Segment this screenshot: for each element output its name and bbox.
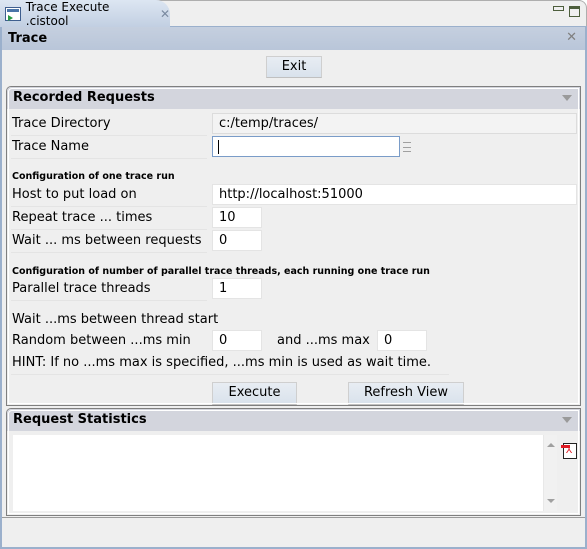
host-input[interactable]: http://localhost:51000: [212, 184, 577, 205]
row-divider: [11, 374, 449, 375]
chevron-down-icon[interactable]: [562, 417, 572, 423]
recorded-requests-section: Recorded Requests Trace Directory c:/tem…: [6, 86, 581, 406]
one-run-heading: Configuration of one trace run: [12, 171, 175, 182]
text-caret: [218, 139, 219, 154]
random-max-label: and ...ms max: [277, 333, 370, 348]
row-divider: [11, 252, 207, 253]
trace-directory-label: Trace Directory: [12, 116, 111, 131]
scroll-up-icon[interactable]: [547, 443, 555, 447]
thread-start-label: Wait ...ms between thread start: [12, 312, 219, 327]
trace-directory-field: c:/temp/traces/: [212, 113, 577, 134]
refresh-view-button[interactable]: Refresh View: [348, 382, 464, 405]
random-max-input[interactable]: 0: [377, 330, 427, 351]
section-title: Recorded Requests: [13, 90, 155, 105]
section-header: Recorded Requests: [7, 87, 580, 109]
request-statistics-section: Request Statistics: [6, 408, 581, 516]
tab-title: Trace Execute .cistool: [25, 0, 110, 28]
trace-name-label: Trace Name: [12, 139, 89, 154]
form-header: Trace ✕: [2, 26, 585, 50]
row-divider: [11, 206, 207, 207]
tab-trace-execute[interactable]: Trace Execute .cistool ✕: [0, 0, 170, 28]
random-min-label: Random between ...ms min: [12, 333, 191, 348]
parallel-heading: Configuration of number of parallel trac…: [12, 266, 430, 277]
vertical-scrollbar[interactable]: [543, 435, 557, 511]
minimize-icon[interactable]: [553, 6, 564, 11]
row-divider: [11, 229, 207, 230]
random-min-input[interactable]: 0: [212, 330, 262, 351]
hint-text: HINT: If no ...ms max is specified, ...m…: [12, 355, 431, 370]
row-divider: [11, 135, 207, 136]
threads-label: Parallel trace threads: [12, 281, 151, 296]
trace-name-input[interactable]: [212, 136, 400, 157]
section-title: Request Statistics: [13, 412, 147, 427]
chevron-down-icon[interactable]: [562, 95, 572, 101]
close-icon[interactable]: ✕: [566, 30, 577, 45]
form-title: Trace: [8, 31, 48, 46]
host-label: Host to put load on: [12, 187, 137, 202]
wait-input[interactable]: 0: [212, 230, 262, 251]
maximize-icon[interactable]: [569, 6, 580, 17]
trace-editor-icon: [5, 6, 21, 21]
section-header: Request Statistics: [7, 409, 580, 431]
repeat-input[interactable]: 10: [212, 207, 262, 228]
close-icon[interactable]: ✕: [160, 7, 170, 21]
repeat-label: Repeat trace ... times: [12, 210, 153, 225]
editor-tab-strip: Trace Execute .cistool ✕: [0, 0, 587, 28]
threads-input[interactable]: 1: [212, 278, 262, 299]
row-divider: [11, 300, 207, 301]
statistics-text-area[interactable]: [13, 435, 553, 511]
pdf-export-icon[interactable]: [561, 443, 577, 459]
wait-label: Wait ... ms between requests: [12, 233, 202, 248]
scroll-down-icon[interactable]: [547, 499, 555, 503]
editor-area: Trace ✕ Exit Recorded Requests Trace Dir…: [0, 26, 587, 549]
execute-button[interactable]: Execute: [212, 382, 297, 405]
content-assist-icon[interactable]: [403, 142, 411, 152]
row-divider: [11, 158, 207, 159]
status-bar: [2, 517, 585, 547]
exit-button[interactable]: Exit: [266, 56, 322, 78]
